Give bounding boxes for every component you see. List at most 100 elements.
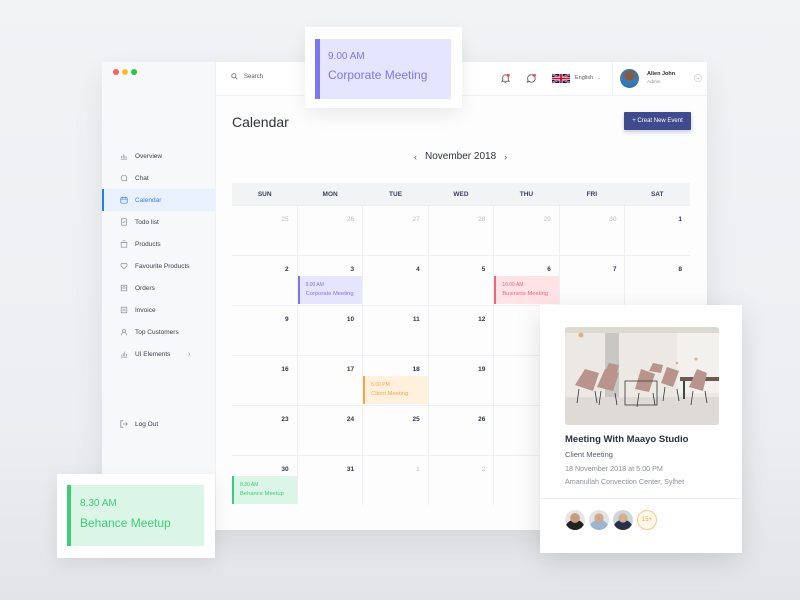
event-time: 10.00 AM (502, 282, 524, 288)
sidebar-item-label: Orders (135, 284, 155, 292)
uk-flag-icon[interactable] (552, 73, 570, 84)
day-number: 18 (412, 366, 420, 373)
notification-bell-icon[interactable] (500, 73, 511, 84)
more-attendees-badge[interactable]: 15+ (637, 510, 657, 530)
search-input[interactable]: Search (231, 73, 263, 80)
minimize-dot[interactable] (122, 69, 128, 75)
calendar-day-cell[interactable]: 29 (493, 206, 559, 255)
attendee-avatar[interactable] (589, 510, 609, 530)
calendar-day-cell[interactable]: 24 (296, 406, 363, 455)
event-detail-card[interactable]: Meeting With Maayo Studio Client Meeting… (540, 305, 742, 553)
calendar-day-cell[interactable]: 12 (427, 306, 494, 355)
sidebar-item-chat[interactable]: Chat (102, 167, 216, 189)
calendar-day-cell[interactable]: 18 5.00 PM Client Meeting (362, 356, 428, 405)
popup-event: 9.00 AM Corporate Meeting (315, 39, 451, 99)
day-number: 3 (350, 266, 355, 273)
day-number: 26 (478, 416, 486, 423)
day-number: 16 (281, 366, 289, 373)
prev-month-icon[interactable]: ‹ (414, 152, 417, 162)
calendar-day-cell[interactable]: 30 (558, 206, 625, 255)
sidebar-item-label: Todo list (135, 218, 159, 226)
sidebar-item-overview[interactable]: Overview (102, 145, 216, 167)
create-event-button[interactable]: + Creat New Event (624, 112, 691, 130)
day-number: 4 (416, 266, 420, 273)
close-dot[interactable] (113, 69, 119, 75)
user-icon (120, 328, 128, 336)
calendar-day-cell[interactable]: 9 (232, 306, 297, 355)
day-number: 25 (412, 416, 420, 423)
day-number: 30 (609, 216, 617, 223)
calendar-day-cell[interactable]: 6 10.00 AM Business Meeting (493, 256, 559, 305)
calendar-day-cell[interactable]: 1 (624, 206, 690, 255)
calendar-day-cell[interactable]: 7 (558, 256, 625, 305)
popup-time: 8.30 AM (80, 498, 117, 509)
calendar-day-cell[interactable]: 19 (427, 356, 494, 405)
message-icon[interactable] (526, 73, 537, 84)
calendar-day-cell[interactable]: 10 (296, 306, 363, 355)
weekday-header: SUN MON TUE WED THU FRI SAT (232, 183, 690, 205)
sidebar-item-favourite-products[interactable]: Favourite Products (102, 255, 216, 277)
window-controls (113, 69, 137, 75)
calendar-event[interactable]: 8.30 AM Behance Meetup (232, 476, 297, 504)
calendar-day-cell[interactable]: 25 (232, 206, 297, 255)
calendar-day-cell[interactable]: 16 (232, 356, 297, 405)
calendar-week-row: 2 3 9.00 AM Corporate Meeting 4 5 6 10.00 AM Bus… (232, 255, 690, 305)
maximize-dot[interactable] (131, 69, 137, 75)
weekday-label: WED (453, 190, 469, 198)
sidebar-item-top-customers[interactable]: Top Customers (102, 321, 216, 343)
weekday-label: MON (322, 190, 338, 198)
sidebar-item-label: Favourite Products (135, 262, 190, 270)
calendar-day-cell[interactable]: 26 (296, 206, 363, 255)
day-number: 7 (612, 266, 617, 273)
calendar-week-row: 25 26 27 28 29 30 1 (232, 205, 690, 255)
sidebar-item-calendar[interactable]: Calendar (102, 189, 216, 211)
next-month-icon[interactable]: › (504, 152, 507, 162)
calendar-day-cell[interactable]: 2 (232, 256, 297, 305)
calendar-day-cell[interactable]: 23 (232, 406, 297, 455)
calendar-day-cell[interactable]: 4 (362, 256, 428, 305)
calendar-event[interactable]: 9.00 AM Corporate Meeting (297, 276, 363, 304)
day-number: 26 (346, 216, 355, 223)
calendar-day-cell[interactable]: 27 (362, 206, 428, 255)
sidebar-item-todo-list[interactable]: Todo list (102, 211, 216, 233)
calendar-day-cell[interactable]: 2 (427, 456, 494, 505)
sidebar-item-invoice[interactable]: Invoice (102, 299, 216, 321)
user-role: Admin (647, 80, 661, 85)
calendar-day-cell[interactable]: 8 (624, 256, 690, 305)
language-select[interactable]: English ⌄ (575, 75, 601, 81)
event-time: 9.00 AM (305, 282, 324, 288)
calendar-day-cell[interactable]: 11 (362, 306, 428, 355)
calendar-day-cell[interactable]: 5 (427, 256, 494, 305)
day-number: 24 (346, 416, 355, 423)
attendee-avatar[interactable] (565, 510, 585, 530)
calendar-day-cell[interactable]: 31 (296, 456, 363, 505)
page-title: Calendar (232, 114, 289, 130)
user-avatar[interactable] (620, 69, 639, 88)
popup-event: 8.30 AM Behance Meetup (67, 485, 204, 546)
day-number: 28 (478, 216, 486, 223)
calendar-day-cell[interactable]: 30 8.30 AM Behance Meetup (232, 456, 297, 505)
day-number: 10 (346, 316, 355, 323)
calendar-day-cell[interactable]: 26 (427, 406, 494, 455)
day-number: 17 (346, 366, 355, 373)
calendar-event[interactable]: 10.00 AM Business Meeting (494, 276, 559, 304)
attendee-avatar[interactable] (613, 510, 633, 530)
calendar-event[interactable]: 5.00 PM Client Meeting (363, 376, 428, 404)
calendar-day-cell[interactable]: 1 (362, 456, 428, 505)
calendar-day-cell[interactable]: 17 (296, 356, 363, 405)
logout-button[interactable]: Log Out (102, 413, 216, 435)
sidebar-item-products[interactable]: Products (102, 233, 216, 255)
sidebar-item-orders[interactable]: Orders (102, 277, 216, 299)
corporate-meeting-popup[interactable]: 9.00 AM Corporate Meeting (305, 27, 462, 108)
month-navigator: ‹ November 2018 › (414, 151, 507, 162)
user-menu-chevron-icon[interactable]: ⌄ (694, 74, 702, 82)
calendar-day-cell[interactable]: 3 9.00 AM Corporate Meeting (296, 256, 363, 305)
popup-time: 9.00 AM (328, 51, 365, 62)
sidebar-item-ui-elements[interactable]: UI Elements › (102, 343, 216, 365)
calendar-day-cell[interactable]: 28 (427, 206, 494, 255)
calendar-day-cell[interactable]: 25 (362, 406, 428, 455)
orders-icon (120, 284, 128, 292)
day-number: 9 (284, 316, 289, 323)
behance-meetup-popup[interactable]: 8.30 AM Behance Meetup (57, 474, 215, 558)
weekday-label: TUE (389, 190, 403, 198)
